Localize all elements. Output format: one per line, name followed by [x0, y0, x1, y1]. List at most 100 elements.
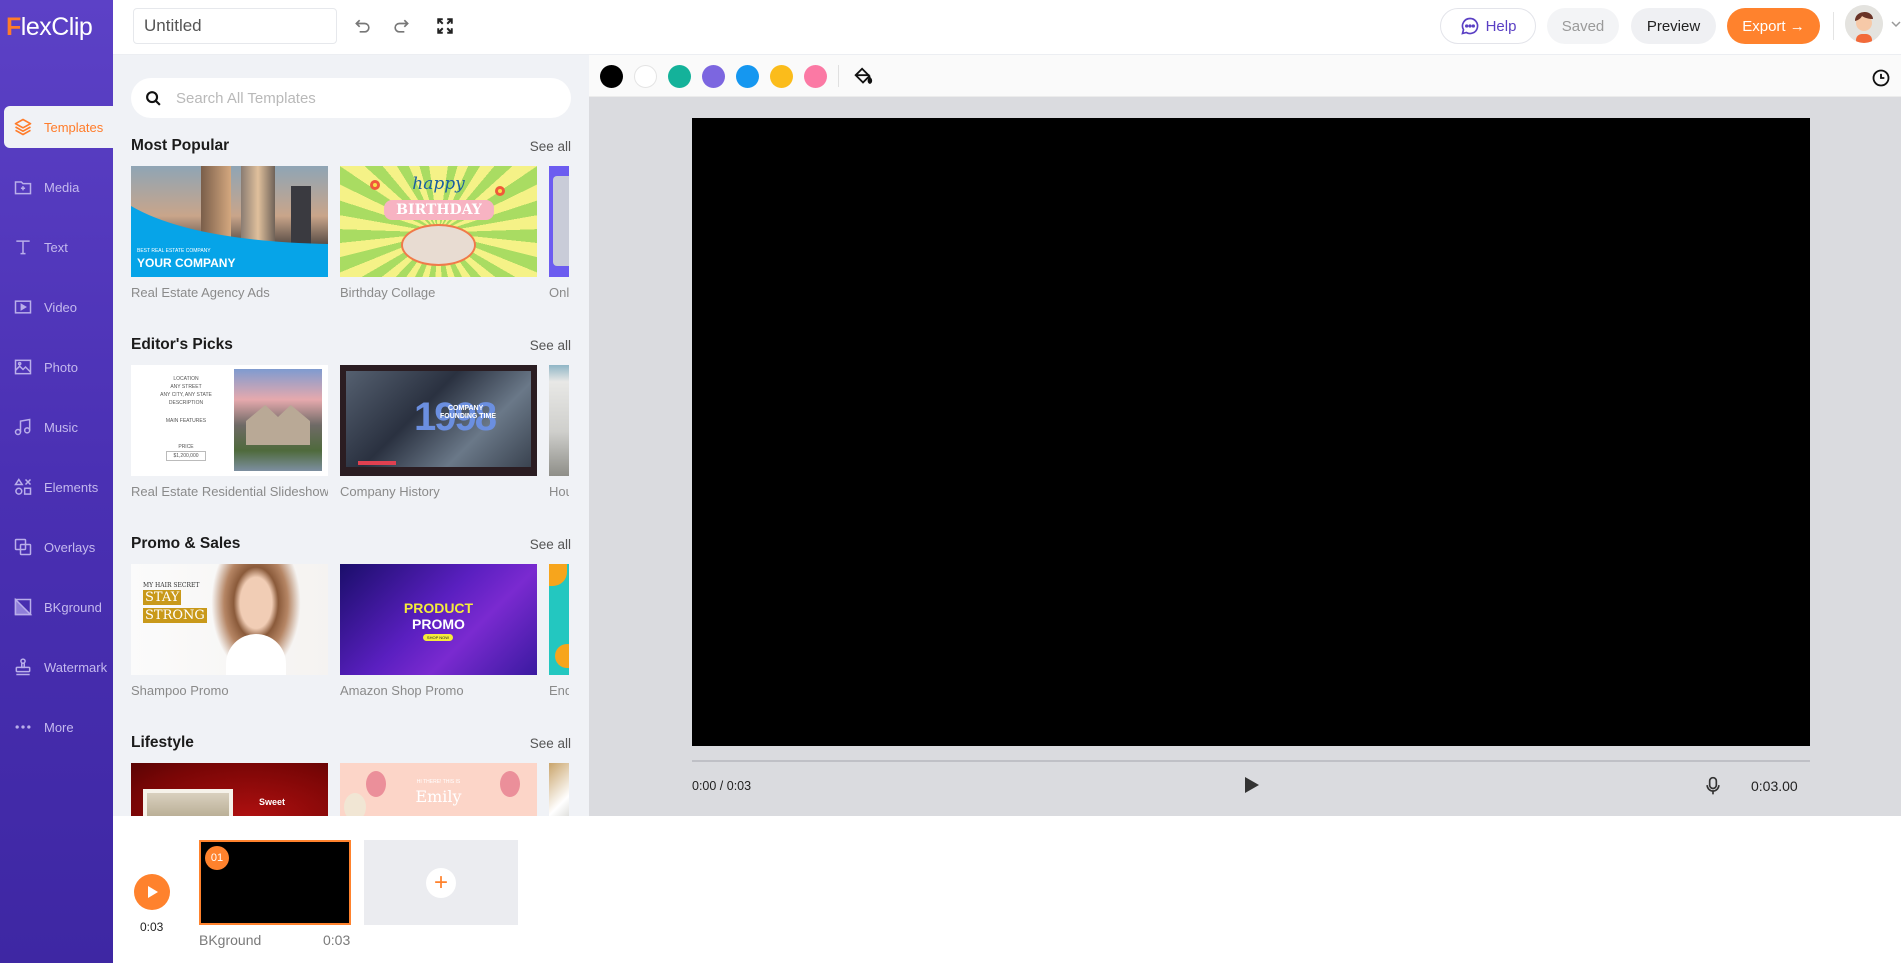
template-caption: End — [549, 683, 569, 698]
sidebar: FlexClip Templates Media Text Video Phot… — [0, 0, 113, 963]
thumb-text: $1,200,000 — [166, 451, 206, 461]
sidebar-item-label: Elements — [44, 479, 99, 495]
see-all-link[interactable]: See all — [530, 338, 571, 353]
project-title-input[interactable] — [133, 8, 337, 44]
sidebar-item-label: Text — [44, 239, 68, 255]
text-icon — [12, 236, 34, 258]
background-icon — [12, 596, 34, 618]
plus-icon: + — [426, 867, 456, 898]
sidebar-item-text[interactable]: Text — [4, 226, 113, 268]
help-button[interactable]: Help — [1440, 8, 1536, 44]
timeline-play-button[interactable] — [134, 874, 170, 910]
sidebar-item-more[interactable]: More — [4, 706, 113, 748]
preview-button[interactable]: Preview — [1631, 8, 1716, 44]
progress-bar[interactable] — [692, 760, 1810, 762]
chevron-down-icon[interactable] — [1890, 18, 1901, 33]
clock-icon[interactable] — [1871, 68, 1891, 93]
thumb-text: PROMO — [412, 616, 465, 632]
sidebar-item-video[interactable]: Video — [4, 286, 113, 328]
add-scene-button[interactable]: + — [364, 840, 518, 925]
timeline-clip[interactable]: 01 — [199, 840, 351, 925]
thumb-text: YOUR COMPANY — [137, 256, 236, 270]
sidebar-item-elements[interactable]: Elements — [4, 466, 113, 508]
template-thumbnail — [549, 365, 569, 476]
template-card[interactable]: HI THERE! THIS IS Emily — [340, 763, 537, 816]
help-label: Help — [1485, 17, 1517, 35]
thumb-text: COMPANY — [448, 405, 484, 412]
overlays-icon — [12, 536, 34, 558]
template-card[interactable]: Onl — [549, 166, 569, 300]
template-card[interactable] — [549, 763, 569, 816]
divider — [1833, 12, 1834, 40]
folder-plus-icon — [12, 176, 34, 198]
sidebar-item-watermark[interactable]: Watermark — [4, 646, 113, 688]
redo-icon[interactable] — [389, 14, 413, 38]
video-canvas[interactable] — [692, 118, 1810, 746]
section-lifestyle: Lifestyle See all Sweet HI THERE! THIS I… — [131, 731, 571, 816]
search-box[interactable] — [131, 78, 571, 118]
sidebar-item-label: Photo — [44, 359, 78, 375]
template-card[interactable]: BEST REAL ESTATE COMPANY YOUR COMPANY Re… — [131, 166, 328, 300]
color-swatch-blue[interactable] — [736, 65, 759, 88]
flexclip-logo[interactable]: FlexClip — [6, 12, 93, 42]
sidebar-item-label: Overlays — [44, 539, 96, 555]
export-button[interactable]: Export → — [1727, 8, 1820, 44]
see-all-link[interactable]: See all — [530, 139, 571, 154]
color-swatch-teal[interactable] — [668, 65, 691, 88]
section-title: Editor's Picks — [131, 336, 233, 353]
template-card[interactable]: happy BIRTHDAY Birthday Collage — [340, 166, 537, 300]
clip-number-badge: 01 — [205, 846, 229, 870]
thumb-text: ANY STREET — [170, 384, 202, 390]
template-caption: Company History — [340, 484, 440, 499]
more-icon — [12, 716, 34, 738]
see-all-link[interactable]: See all — [530, 736, 571, 751]
color-swatch-purple[interactable] — [702, 65, 725, 88]
template-card[interactable]: 1998 COMPANY FOUNDING TIME Company Histo… — [340, 365, 537, 499]
template-card[interactable]: LOCATION ANY STREET ANY CITY, ANY STATE … — [131, 365, 328, 499]
sidebar-item-overlays[interactable]: Overlays — [4, 526, 113, 568]
photo-icon — [12, 356, 34, 378]
section-editors-picks: Editor's Picks See all LOCATION ANY STRE… — [131, 333, 571, 505]
sidebar-item-label: More — [44, 719, 74, 735]
see-all-link[interactable]: See all — [530, 537, 571, 552]
undo-icon[interactable] — [351, 14, 375, 38]
sidebar-item-music[interactable]: Music — [4, 406, 113, 448]
top-bar: Help Saved Preview Export → — [113, 0, 1901, 55]
template-card[interactable]: Hou — [549, 365, 569, 499]
sidebar-item-media[interactable]: Media — [4, 166, 113, 208]
avatar[interactable] — [1845, 5, 1883, 43]
sidebar-item-templates[interactable]: Templates — [4, 106, 113, 148]
thumb-text: BIRTHDAY — [384, 200, 494, 220]
color-swatch-black[interactable] — [600, 65, 623, 88]
layers-icon — [12, 116, 34, 138]
templates-panel: Most Popular See all BEST REAL ESTATE CO… — [113, 55, 589, 816]
paint-bucket-icon[interactable] — [852, 66, 874, 93]
shapes-icon — [12, 476, 34, 498]
play-button[interactable] — [1241, 775, 1261, 795]
thumb-text: PRICE — [178, 444, 194, 450]
search-input[interactable] — [176, 89, 536, 107]
template-caption: Real Estate Residential Slideshow — [131, 484, 328, 499]
clip-duration: 0:03 — [323, 932, 351, 948]
sidebar-item-label: Video — [44, 299, 78, 315]
thumb-text: LOCATION — [173, 376, 199, 382]
template-card[interactable]: End — [549, 564, 569, 698]
sidebar-item-photo[interactable]: Photo — [4, 346, 113, 388]
template-card[interactable]: Sweet — [131, 763, 328, 816]
thumb-text: STRONG — [143, 608, 207, 623]
template-card[interactable]: PRODUCT PROMO SHOP NOW Amazon Shop Promo — [340, 564, 537, 698]
section-title: Most Popular — [131, 137, 230, 154]
color-swatch-white[interactable] — [634, 65, 657, 88]
microphone-button[interactable] — [1703, 775, 1723, 797]
sidebar-item-bkground[interactable]: BKground — [4, 586, 113, 628]
template-caption: Hou — [549, 484, 569, 499]
timeline-total-time: 0:03 — [140, 920, 164, 934]
template-thumbnail: happy BIRTHDAY — [340, 166, 537, 277]
thumb-text: ANY CITY, ANY STATE — [160, 392, 212, 398]
fullscreen-icon[interactable] — [433, 14, 457, 38]
color-swatch-yellow[interactable] — [770, 65, 793, 88]
template-caption: Real Estate Agency Ads — [131, 285, 270, 300]
template-card[interactable]: MY HAIR SECRET STAY STRONG Shampoo Promo — [131, 564, 328, 698]
search-icon — [146, 90, 161, 106]
color-swatch-pink[interactable] — [804, 65, 827, 88]
